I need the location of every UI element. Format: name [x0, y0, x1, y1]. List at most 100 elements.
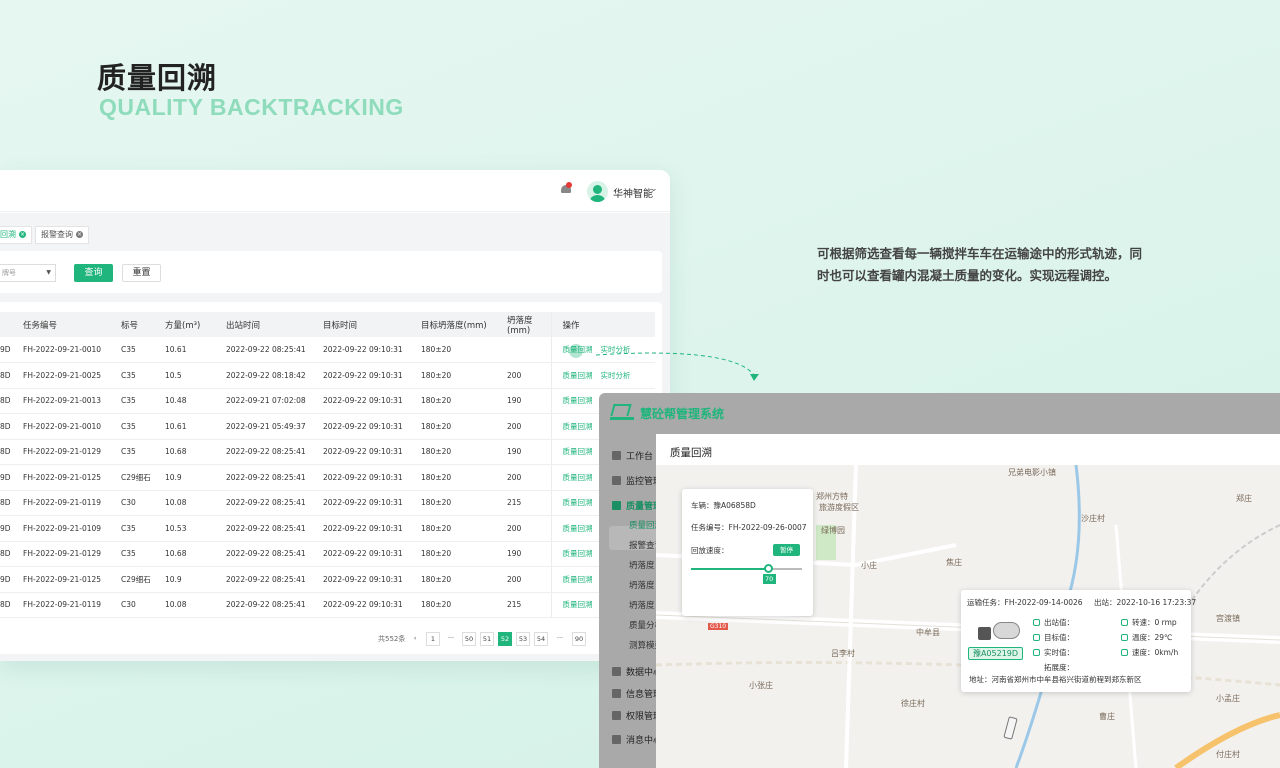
reset-button[interactable]: 重置 [122, 264, 161, 282]
sidebar-item-info[interactable]: 信息管理 [612, 687, 662, 701]
target-icon [1033, 634, 1040, 641]
sidebar-item-quality[interactable]: 质量管理 [612, 499, 662, 513]
table-cell: 8D [0, 413, 23, 440]
feature-description: 可根据筛选查看每一辆搅拌车车在运输途中的形式轨迹，同时也可以查看罐内混凝土质量的… [817, 246, 1143, 283]
table-cell: C35 [121, 337, 165, 363]
chevron-down-icon[interactable]: ⌄ [650, 184, 658, 194]
quality-backtrack-link[interactable]: 质量回溯 [563, 524, 593, 533]
table-row: 8D FH-2022-09-21-0013 C35 10.48 2022-09-21 0… [0, 388, 655, 414]
table-cell: 10.9 [165, 566, 226, 593]
quality-backtrack-link[interactable]: 质量回溯 [563, 473, 593, 482]
map-label: 绿博园 [821, 526, 845, 535]
table-row: 9D FH-2022-09-21-0125 C29细石 10.9 2022-09-22 … [0, 464, 655, 491]
quality-backtrack-link[interactable]: 质量回溯 [563, 600, 593, 609]
table-row: 8D FH-2022-09-21-0025 C35 10.5 2022-09-22 08… [0, 362, 655, 389]
speedometer-icon [1121, 649, 1128, 656]
logo-icon [610, 402, 634, 420]
table-cell: 180±20 [421, 541, 507, 567]
map-label: 小张庄 [749, 681, 773, 690]
out-value: 2022-10-16 17:23:37 [1116, 598, 1197, 607]
task-value: FH-2022-09-14-0026 [1004, 598, 1083, 607]
clock-icon [1033, 649, 1040, 656]
tab-alarm-query[interactable]: 报警查询 × [35, 226, 89, 244]
pagination-ellipsis[interactable]: ··· [444, 632, 458, 646]
table-row: 8D FH-2022-09-21-0010 C35 10.61 2022-09-21 0… [0, 413, 655, 440]
vehicle-value: 豫A06858D [713, 501, 756, 510]
prev-page-button[interactable]: ‹ [408, 632, 422, 646]
avatar[interactable] [587, 181, 608, 202]
subnav-slump-3[interactable]: 坍落度 [629, 599, 655, 611]
table-cell: 180±20 [421, 592, 507, 618]
table-cell: FH-2022-09-21-0010 [23, 413, 121, 440]
subnav-slump-1[interactable]: 坍落度 [629, 559, 655, 571]
column-header: 方量(m³) [165, 312, 226, 337]
vehicle-label: 车辆： [691, 501, 714, 510]
pause-button[interactable]: 暂停 [773, 544, 800, 556]
user-name[interactable]: 华神智能 [613, 185, 653, 200]
table-cell: FH-2022-09-21-0119 [23, 592, 121, 618]
map-label: 焦庄 [946, 558, 962, 567]
table-cell: 9D [0, 337, 23, 363]
quality-backtrack-link[interactable]: 质量回溯 [563, 396, 593, 405]
page-button[interactable]: 52 [498, 632, 512, 646]
speed-slider[interactable] [691, 564, 802, 573]
quality-backtrack-link[interactable]: 质量回溯 [563, 575, 593, 584]
sidebar-item-workbench[interactable]: 工作台 [612, 449, 653, 463]
system-name: 慧砼帮管理系统 [640, 407, 725, 421]
table-cell: 215 [507, 490, 551, 516]
map-view[interactable]: 兄弟电影小镇 郑州方特 旅游度假区 绿博园 小庄 焦庄 郑庄 沙庄村 中牟县 吕… [656, 465, 1280, 768]
field-label: 目标值： [1044, 633, 1074, 642]
select-value: 牌号 [2, 269, 16, 277]
page-button[interactable]: 50 [462, 632, 476, 646]
close-icon[interactable]: × [19, 231, 26, 238]
pagination-ellipsis[interactable]: ··· [553, 632, 567, 646]
quality-backtrack-link[interactable]: 质量回溯 [563, 371, 593, 380]
vehicle-info-popup: 运输任务：FH-2022-09-14-0026 出站：2022-10-16 17… [961, 590, 1196, 692]
subnav-slump-2[interactable]: 坍落度 [629, 579, 655, 591]
table-cell: 9D [0, 566, 23, 593]
field-label: 出站值： [1044, 618, 1074, 627]
close-icon[interactable]: × [76, 231, 83, 238]
table-cell: 2022-09-22 08:18:42 [226, 362, 323, 389]
table-cell: 2022-09-22 08:25:41 [226, 541, 323, 567]
page-subtitle: QUALITY BACKTRACKING [99, 94, 404, 120]
map-label: 沙庄村 [1081, 514, 1105, 523]
quality-backtrack-link[interactable]: 质量回溯 [563, 447, 593, 456]
quality-backtrack-link[interactable]: 质量回溯 [563, 549, 593, 558]
table-row: 8D FH-2022-09-21-0119 C30 10.08 2022-09-22 0… [0, 592, 655, 618]
quality-backtrack-link[interactable]: 质量回溯 [563, 498, 593, 507]
table-cell: 10.9 [165, 464, 226, 491]
detail-screen: 慧砼帮管理系统 工作台 监控管理 质量管理 质量回溯 报警查询 坍落度 坍落度 … [599, 393, 1280, 768]
map-label: 宫渡镇 [1216, 614, 1240, 623]
table-cell: 180±20 [421, 388, 507, 414]
table-cell: C30 [121, 592, 165, 618]
page-button[interactable]: 54 [534, 632, 548, 646]
page-button[interactable]: 1 [426, 632, 440, 646]
page-button[interactable]: 90 [572, 632, 586, 646]
tab-quality-backtrack[interactable]: 回溯 × [0, 226, 32, 244]
slider-fill [691, 568, 769, 570]
table-cell: 2022-09-21 05:49:37 [226, 413, 323, 440]
query-button[interactable]: 查询 [74, 264, 113, 282]
quality-icon [612, 501, 621, 510]
map-label: 兄弟电影小镇 [1008, 468, 1056, 477]
quality-backtrack-link[interactable]: 质量回溯 [563, 422, 593, 431]
plate-select[interactable]: 牌号 ▼ [0, 264, 56, 282]
connector-arrow [596, 352, 759, 381]
table-cell: 8D [0, 490, 23, 516]
page-button[interactable]: 53 [516, 632, 530, 646]
sidebar-item-data[interactable]: 数据中心 [612, 665, 662, 679]
sidebar-item-permission[interactable]: 权限管理 [612, 709, 662, 723]
sidebar-item-monitor[interactable]: 监控管理 [612, 474, 662, 488]
tab-label: 回溯 [0, 230, 16, 239]
table-cell: 10.53 [165, 515, 226, 542]
user-icon [612, 711, 621, 720]
page-button[interactable]: 51 [480, 632, 494, 646]
sidebar-item-message[interactable]: 消息中心 [612, 733, 662, 747]
slider-handle[interactable] [764, 564, 774, 573]
table-cell: 200 [507, 566, 551, 593]
table-cell: 2022-09-22 09:10:31 [323, 388, 421, 414]
map-label: 旅游度假区 [819, 503, 859, 512]
pagination-total: 共552条 [378, 635, 406, 643]
table-row: 9D FH-2022-09-21-0109 C35 10.53 2022-09-22 0… [0, 515, 655, 542]
